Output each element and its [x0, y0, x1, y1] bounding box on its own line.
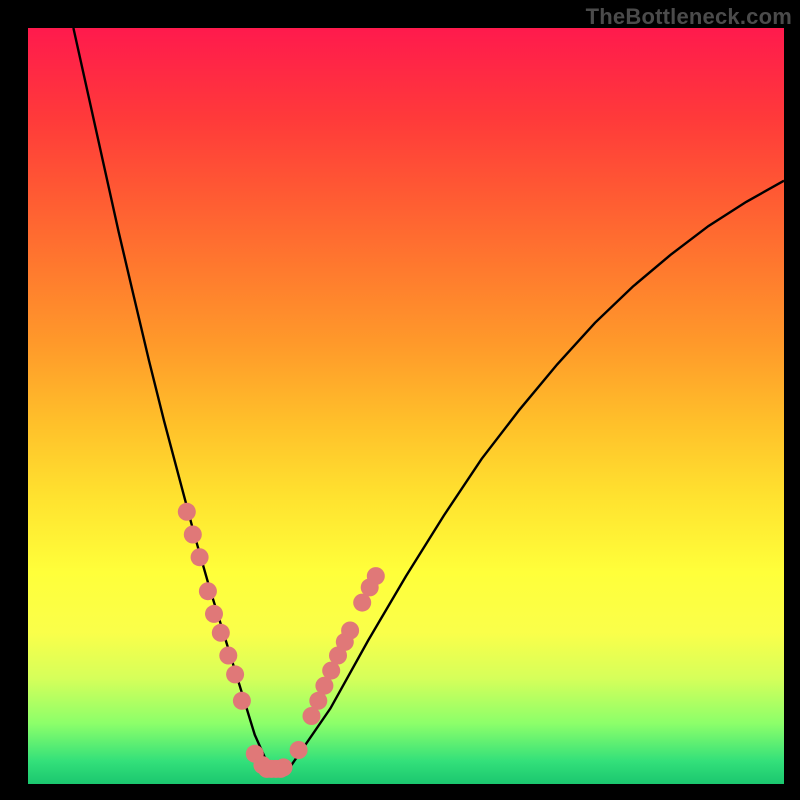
data-dot [178, 503, 196, 521]
data-dot [367, 567, 385, 585]
chart-frame: TheBottleneck.com [0, 0, 800, 800]
attribution-text: TheBottleneck.com [586, 4, 792, 30]
chart-plot-area [28, 28, 784, 784]
data-dot [233, 692, 251, 710]
data-dot [219, 647, 237, 665]
chart-svg [28, 28, 784, 784]
bottleneck-curve [73, 28, 784, 769]
data-dot [226, 665, 244, 683]
dot-layer [178, 503, 385, 778]
data-dot [341, 622, 359, 640]
data-dot [272, 760, 290, 778]
data-dot [199, 582, 217, 600]
data-dot [212, 624, 230, 642]
data-dot [205, 605, 223, 623]
data-dot [290, 741, 308, 759]
data-dot [191, 548, 209, 566]
data-dot [184, 526, 202, 544]
